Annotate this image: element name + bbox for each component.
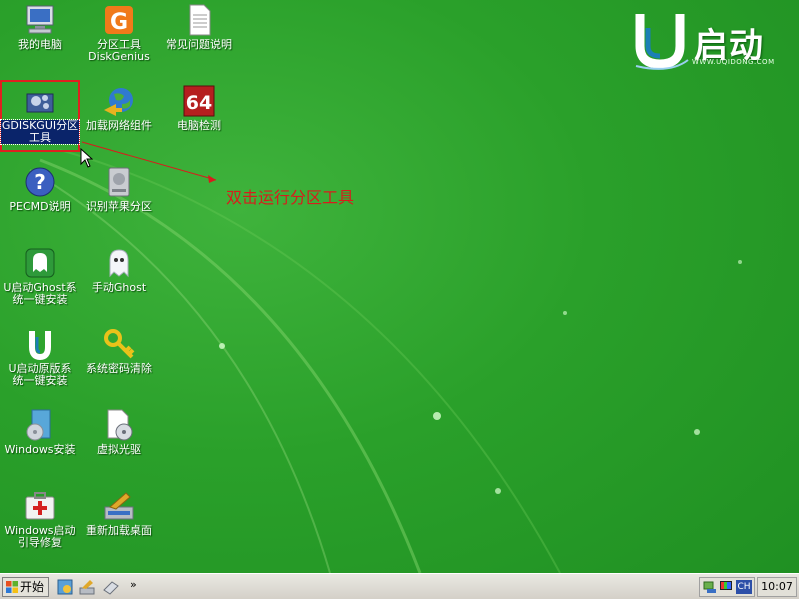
mouse-cursor-icon [80,148,94,168]
input-language-indicator[interactable]: CH [736,580,752,594]
clock[interactable]: 10:07 [757,577,797,597]
system-tray: CH [699,577,755,597]
display-tray-icon[interactable] [719,580,733,594]
quicklaunch-eraser-icon[interactable] [102,578,120,596]
annotation-arrow [81,141,217,183]
windows-logo-icon [6,581,18,593]
quicklaunch-tool-icon[interactable] [78,578,96,596]
annotation-text: 双击运行分区工具 [226,188,355,207]
desktop: 启动 WWW.UQIDONG.COM 我的电脑 G 分区工具 DiskGenius… [0,0,799,573]
start-label: 开始 [20,580,45,594]
quicklaunch-app-icon[interactable] [56,578,74,596]
network-tray-icon[interactable] [703,580,717,594]
quicklaunch-chevron[interactable]: » [130,578,137,591]
taskbar: 开始 » CH 10:07 [0,573,799,599]
start-button[interactable]: 开始 [2,577,49,597]
